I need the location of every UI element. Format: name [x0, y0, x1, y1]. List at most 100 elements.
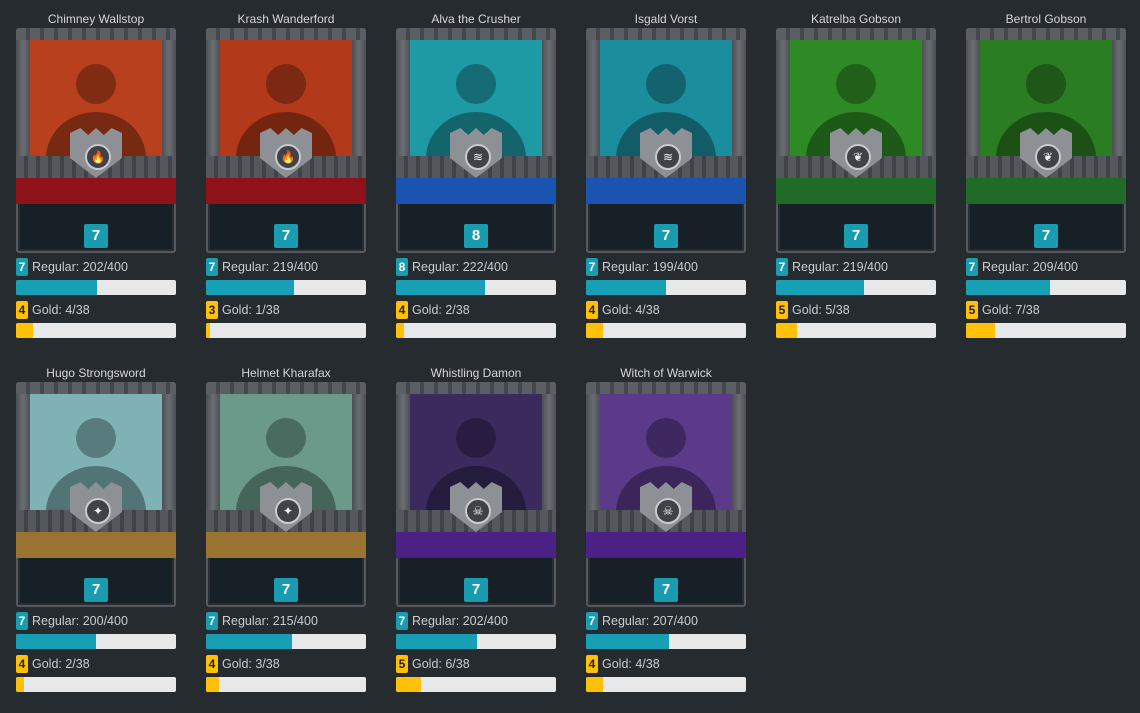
- regular-level-tag: 7: [206, 612, 218, 630]
- gold-stat: 4 Gold: 2/38: [396, 301, 556, 319]
- monster-card[interactable]: Helmet Kharafax ✦ 7 7 Regular: 215/400 4…: [206, 364, 366, 694]
- regular-progress-bar: [206, 634, 366, 649]
- gold-label: Gold: 7/38: [982, 303, 1040, 317]
- gold-label: Gold: 1/38: [222, 303, 280, 317]
- regular-stat: 7 Regular: 200/400: [16, 612, 176, 630]
- gold-level-tag: 4: [16, 655, 28, 673]
- regular-level-tag: 7: [396, 612, 408, 630]
- card-frame[interactable]: ≋ 7: [586, 28, 746, 253]
- leaf-icon: ❦: [845, 144, 871, 170]
- regular-level-tag: 7: [16, 258, 28, 276]
- card-name: Whistling Damon: [430, 366, 522, 380]
- regular-progress-fill: [16, 634, 96, 649]
- fire-icon: 🔥: [275, 144, 301, 170]
- element-banner: [776, 178, 936, 204]
- regular-stat: 7 Regular: 215/400: [206, 612, 366, 630]
- regular-level-tag: 7: [966, 258, 978, 276]
- card-name: Katrelba Gobson: [810, 12, 902, 26]
- regular-label: Regular: 202/400: [32, 260, 128, 274]
- monster-card[interactable]: Isgald Vorst ≋ 7 7 Regular: 199/400 4 Go…: [586, 10, 746, 340]
- gold-progress-fill: [396, 677, 422, 692]
- level-badge: 7: [84, 224, 108, 248]
- gold-stat: 5 Gold: 7/38: [966, 301, 1126, 319]
- level-badge: 7: [1034, 224, 1058, 248]
- card-crenel: [776, 28, 936, 40]
- monster-card[interactable]: Whistling Damon ☠ 7 7 Regular: 202/400 5…: [396, 364, 556, 694]
- gold-level-tag: 5: [776, 301, 788, 319]
- gold-stat: 3 Gold: 1/38: [206, 301, 366, 319]
- monster-card[interactable]: Witch of Warwick ☠ 7 7 Regular: 207/400: [586, 364, 746, 694]
- gold-label: Gold: 5/38: [792, 303, 850, 317]
- monster-card[interactable]: Chimney Wallstop 🔥 7 7 Regular: 202/400: [16, 10, 176, 340]
- element-banner: [16, 532, 176, 558]
- regular-stat: 7 Regular: 202/400: [16, 258, 176, 276]
- level-badge: 7: [274, 224, 298, 248]
- gold-progress-bar: [16, 323, 176, 338]
- regular-stat: 7 Regular: 209/400: [966, 258, 1126, 276]
- gold-progress-bar: [586, 323, 746, 338]
- regular-stat: 8 Regular: 222/400: [396, 258, 556, 276]
- monster-card[interactable]: Hugo Strongsword ✦ 7 7 Regular: 200/400: [16, 364, 176, 694]
- regular-progress-bar: [966, 280, 1126, 295]
- card-frame[interactable]: ❦ 7: [966, 28, 1126, 253]
- card-frame[interactable]: ✦ 7: [206, 382, 366, 607]
- card-frame[interactable]: ☠ 7: [586, 382, 746, 607]
- gold-level-tag: 4: [206, 655, 218, 673]
- gold-stat: 4 Gold: 4/38: [586, 655, 746, 673]
- card-frame[interactable]: 🔥 7: [206, 28, 366, 253]
- regular-progress-fill: [396, 634, 477, 649]
- card-frame[interactable]: ✦ 7: [16, 382, 176, 607]
- level-badge: 7: [84, 578, 108, 602]
- gold-progress-fill: [16, 677, 25, 692]
- gold-level-tag: 5: [966, 301, 978, 319]
- gold-progress-fill: [586, 323, 603, 338]
- card-frame[interactable]: ❦ 7: [776, 28, 936, 253]
- regular-progress-bar: [396, 280, 556, 295]
- regular-progress-fill: [16, 280, 97, 295]
- regular-level-tag: 7: [206, 258, 218, 276]
- gold-progress-bar: [586, 677, 746, 692]
- regular-progress-bar: [586, 280, 746, 295]
- gold-stat: 4 Gold: 4/38: [586, 301, 746, 319]
- card-frame[interactable]: ☠ 7: [396, 382, 556, 607]
- card-name: Hugo Strongsword: [46, 366, 146, 380]
- gold-progress-fill: [776, 323, 798, 338]
- card-crenel: [586, 28, 746, 40]
- regular-label: Regular: 222/400: [412, 260, 508, 274]
- card-frame[interactable]: 🔥 7: [16, 28, 176, 253]
- level-badge: 7: [844, 224, 868, 248]
- gold-progress-fill: [206, 323, 211, 338]
- element-banner: [586, 178, 746, 204]
- card-name: Alva the Crusher: [431, 12, 521, 26]
- regular-label: Regular: 199/400: [602, 260, 698, 274]
- card-crenel: [396, 382, 556, 394]
- gold-stat: 4 Gold: 3/38: [206, 655, 366, 673]
- regular-label: Regular: 209/400: [982, 260, 1078, 274]
- regular-stat: 7 Regular: 207/400: [586, 612, 746, 630]
- card-frame[interactable]: ≋ 8: [396, 28, 556, 253]
- regular-level-tag: 7: [16, 612, 28, 630]
- regular-label: Regular: 202/400: [412, 614, 508, 628]
- regular-label: Regular: 200/400: [32, 614, 128, 628]
- card-crenel: [586, 382, 746, 394]
- gold-label: Gold: 4/38: [32, 303, 90, 317]
- life-icon: ✦: [85, 498, 111, 524]
- regular-label: Regular: 207/400: [602, 614, 698, 628]
- regular-progress-bar: [16, 280, 176, 295]
- level-badge: 7: [274, 578, 298, 602]
- card-crenel: [206, 382, 366, 394]
- monster-card[interactable]: Krash Wanderford 🔥 7 7 Regular: 219/400: [206, 10, 366, 340]
- gold-progress-bar: [206, 323, 366, 338]
- gold-progress-fill: [206, 677, 219, 692]
- monster-card[interactable]: Alva the Crusher ≋ 8 8 Regular: 222/400: [396, 10, 556, 340]
- monster-card[interactable]: Bertrol Gobson ❦ 7 7 Regular: 209/400 5 …: [966, 10, 1126, 340]
- regular-stat: 7 Regular: 219/400: [206, 258, 366, 276]
- gold-stat: 4 Gold: 4/38: [16, 301, 176, 319]
- element-banner: [206, 532, 366, 558]
- regular-progress-fill: [586, 280, 666, 295]
- level-badge: 8: [464, 224, 488, 248]
- gold-progress-fill: [586, 677, 603, 692]
- card-name: Helmet Kharafax: [241, 366, 331, 380]
- gold-label: Gold: 3/38: [222, 657, 280, 671]
- monster-card[interactable]: Katrelba Gobson ❦ 7 7 Regular: 219/400 5…: [776, 10, 936, 340]
